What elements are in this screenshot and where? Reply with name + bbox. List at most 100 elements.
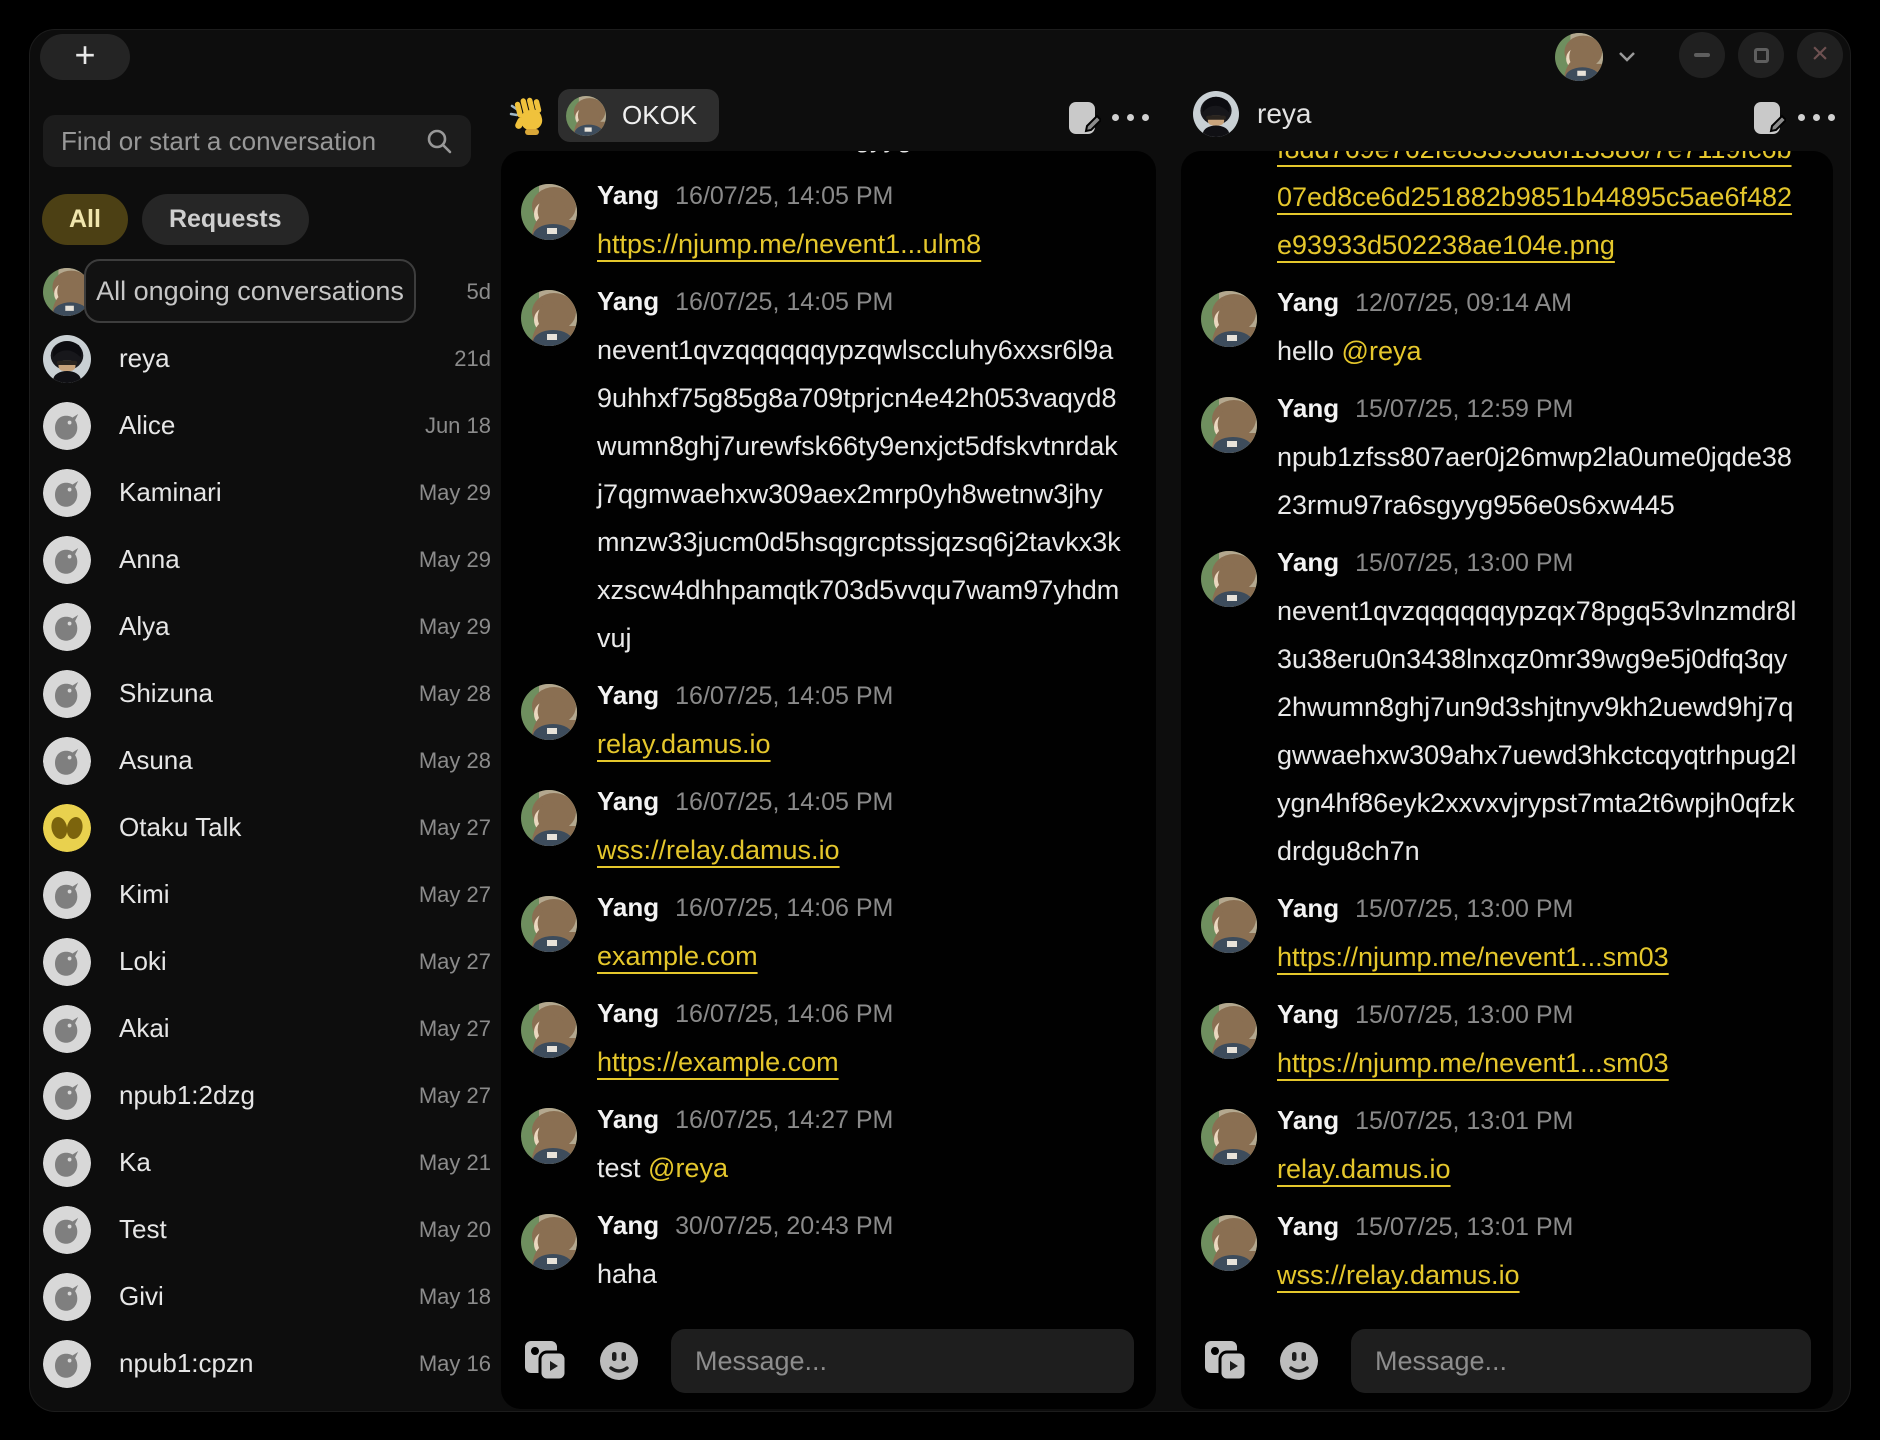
message-avatar (1201, 1003, 1257, 1059)
message: Yang15/07/25, 13:00 PMhttps://njump.me/n… (1201, 999, 1799, 1087)
conversation-item[interactable]: GiviMay 18 (43, 1263, 491, 1330)
conversation-item[interactable]: npub1:cpznMay 16 (43, 1330, 491, 1397)
message-list: gyyg Yang 16/07/25, 14:05 PM https://njump.… (521, 151, 1122, 1309)
message-avatar (521, 790, 577, 846)
close-button[interactable]: × (1797, 32, 1843, 78)
minimize-button[interactable] (1679, 32, 1725, 78)
chat-avatar (1193, 91, 1239, 137)
conversation-name: Ka (119, 1147, 391, 1178)
media-picker-icon[interactable] (1203, 1339, 1247, 1383)
message-sender: Yang (597, 680, 659, 711)
conversation-list: 5dreya21dAliceJun 18KaminariMay 29AnnaMa… (43, 258, 491, 1397)
message-text: hello (1277, 336, 1342, 366)
chat-menu-icon[interactable] (1798, 114, 1835, 121)
account-menu[interactable] (1555, 33, 1635, 81)
message-text: test (597, 1153, 648, 1183)
conversation-date: 5d (467, 279, 491, 305)
message-sender: Yang (1277, 999, 1339, 1030)
message-link[interactable]: https://njump.me/nevent1...ulm8 (597, 229, 981, 259)
message-link[interactable]: f8dd769e762fe83393d6f13386/7e7119fc6b07e… (1277, 151, 1792, 260)
message-avatar (521, 184, 577, 240)
conversation-date: May 18 (419, 1284, 491, 1310)
conversation-item[interactable]: AlyaMay 29 (43, 593, 491, 660)
avatar (43, 1206, 91, 1254)
message-avatar (1201, 291, 1257, 347)
message-timestamp: 16/07/25, 14:27 PM (675, 1106, 893, 1135)
conversation-item[interactable]: ShizunaMay 28 (43, 660, 491, 727)
chat-header-okok[interactable]: OKOK (558, 89, 719, 142)
chat-avatar (566, 96, 606, 136)
avatar (43, 938, 91, 986)
message-link[interactable]: wss://relay.damus.io (597, 835, 840, 865)
avatar (43, 536, 91, 584)
conversation-name: reya (119, 343, 426, 374)
message-input[interactable] (671, 1329, 1134, 1393)
maximize-button[interactable] (1738, 32, 1784, 78)
avatar (43, 1273, 91, 1321)
chat-panel-reya: f8dd769e762fe83393d6f13386/7e7119fc6b07e… (1181, 151, 1833, 1409)
avatar (43, 670, 91, 718)
conversation-item[interactable]: npub1:2dzgMay 27 (43, 1062, 491, 1129)
note-compose-icon[interactable] (1067, 100, 1101, 138)
avatar (43, 469, 91, 517)
message-link[interactable]: relay.damus.io (597, 729, 771, 759)
tooltip-text: All ongoing conversations (96, 276, 404, 307)
chat-menu-icon[interactable] (1112, 114, 1149, 121)
conversation-item[interactable]: TestMay 20 (43, 1196, 491, 1263)
message-link[interactable]: https://njump.me/nevent1...sm03 (1277, 1048, 1669, 1078)
conversation-item[interactable]: AsunaMay 28 (43, 727, 491, 794)
conversation-item[interactable]: KaMay 21 (43, 1129, 491, 1196)
note-compose-icon[interactable] (1752, 100, 1786, 138)
message: Yang15/07/25, 12:59 PMnpub1zfss807aer0j2… (1201, 393, 1799, 529)
app-window: + × All Requests 5dreya21dAliceJun 18Kam… (29, 29, 1851, 1412)
conversation-item[interactable]: LokiMay 27 (43, 928, 491, 995)
message-input[interactable] (1351, 1329, 1811, 1393)
tab-requests[interactable]: Requests (142, 194, 309, 245)
mention[interactable]: @reya (648, 1153, 728, 1183)
message-link[interactable]: https://njump.me/nevent1...sm03 (1277, 942, 1669, 972)
new-conversation-button[interactable]: + (40, 34, 130, 80)
conversation-item[interactable]: AliceJun 18 (43, 392, 491, 459)
conversation-date: May 16 (419, 1351, 491, 1377)
message-timestamp: 15/07/25, 13:00 PM (1355, 895, 1573, 924)
search-icon (425, 127, 453, 155)
conversation-item[interactable]: AkaiMay 27 (43, 995, 491, 1062)
search-input[interactable] (61, 126, 425, 157)
search-conversations[interactable] (43, 115, 471, 167)
media-picker-icon[interactable] (523, 1339, 567, 1383)
conversation-name: Akai (119, 1013, 391, 1044)
conversation-date: May 27 (419, 949, 491, 975)
conversation-item[interactable]: KimiMay 27 (43, 861, 491, 928)
message-timestamp: 16/07/25, 14:05 PM (675, 682, 893, 711)
message-timestamp: 15/07/25, 13:01 PM (1355, 1213, 1573, 1242)
mention[interactable]: @reya (1342, 336, 1422, 366)
message-link[interactable]: wss://relay.damus.io (1277, 1260, 1520, 1290)
message-composer (1203, 1329, 1811, 1393)
message-sender: Yang (597, 1104, 659, 1135)
message-link[interactable]: example.com (597, 941, 758, 971)
message-avatar (1201, 1215, 1257, 1271)
message-sender: Yang (597, 1210, 659, 1241)
emoji-icon[interactable] (1277, 1339, 1321, 1383)
account-avatar (1555, 33, 1603, 81)
conversation-name: Kaminari (119, 477, 391, 508)
conversation-name: Kimi (119, 879, 391, 910)
chat-header-reya[interactable]: reya (1193, 91, 1311, 137)
conversation-item[interactable]: KaminariMay 29 (43, 459, 491, 526)
avatar (43, 1072, 91, 1120)
tab-all[interactable]: All (42, 194, 128, 245)
conversation-item[interactable]: reya21d (43, 325, 491, 392)
message-link[interactable]: relay.damus.io (1277, 1154, 1451, 1184)
chat-panel-okok: gyyg Yang 16/07/25, 14:05 PM https://njump.… (501, 151, 1156, 1409)
emoji-icon[interactable] (597, 1339, 641, 1383)
message-sender: Yang (597, 892, 659, 923)
message-link[interactable]: https://example.com (597, 1047, 839, 1077)
conversation-item[interactable]: AnnaMay 29 (43, 526, 491, 593)
conversation-item[interactable]: Otaku TalkMay 27 (43, 794, 491, 861)
conversation-date: May 29 (419, 547, 491, 573)
avatar (43, 335, 91, 383)
message-timestamp: 15/07/25, 13:01 PM (1355, 1107, 1573, 1136)
conversation-name: Alice (119, 410, 397, 441)
message-text: gyyg (855, 151, 912, 153)
avatar (43, 402, 91, 450)
